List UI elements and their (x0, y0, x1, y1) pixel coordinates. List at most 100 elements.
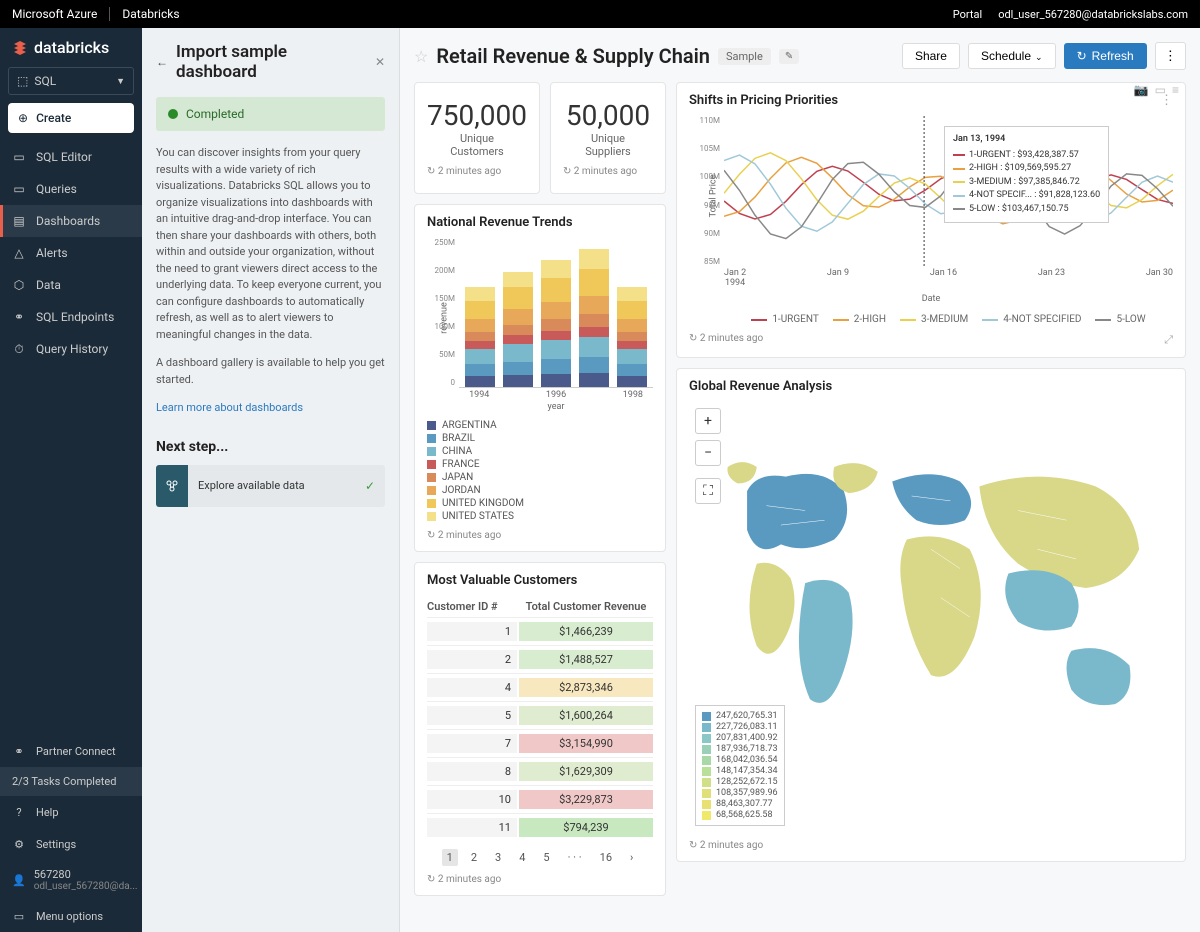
nav-icon: ▭ (12, 150, 26, 164)
back-icon[interactable]: ← (156, 55, 168, 69)
legend-item[interactable]: ARGENTINA (427, 420, 653, 431)
legend-item[interactable]: 2-HIGH (833, 314, 886, 325)
legend-item[interactable]: JAPAN (427, 472, 653, 483)
user-icon: 👤 (12, 874, 26, 887)
user-block[interactable]: 👤567280odl_user_567280@da... (0, 860, 142, 900)
column-header[interactable]: Customer ID # (427, 600, 519, 613)
chevron-down-icon: ▼ (116, 76, 125, 87)
panel-description: You can discover insights from your quer… (156, 145, 385, 343)
fullscreen-button[interactable]: ⛶ (695, 478, 721, 504)
learn-more-link[interactable]: Learn more about dashboards (156, 400, 385, 417)
expand-icon[interactable]: ⤢ (1164, 333, 1173, 347)
edit-icon[interactable]: ✎ (779, 49, 799, 64)
zoom-in-button[interactable]: + (695, 408, 721, 434)
nav-dashboards[interactable]: ▤Dashboards (0, 205, 142, 237)
legend-item[interactable]: JORDAN (427, 485, 653, 496)
schedule-button[interactable]: Schedule⌄ (968, 43, 1056, 69)
table-row[interactable]: 8$1,629,309 (427, 757, 653, 785)
nav-data[interactable]: ⬡Data (0, 269, 142, 301)
partner-icon: ⚭ (12, 744, 26, 758)
page-link[interactable]: 3 (490, 849, 506, 866)
databricks-label: Databricks (122, 7, 179, 21)
nav-queries[interactable]: ▭Queries (0, 173, 142, 205)
legend-item[interactable]: BRAZIL (427, 433, 653, 444)
completed-badge: Completed (156, 97, 385, 131)
plus-icon: ⊕ (18, 111, 28, 125)
workspace-select[interactable]: ⬚ SQL ▼ (8, 67, 134, 95)
stat-suppliers: 50,000 Unique Suppliers 2 minutes ago (550, 82, 666, 194)
logo[interactable]: databricks (0, 28, 142, 67)
portal-link[interactable]: Portal (953, 8, 982, 21)
nav-icon: ▤ (12, 214, 26, 228)
chart-tooltip: Jan 13, 1994 1-URGENT : $93,428,387.572-… (944, 126, 1109, 223)
nav-icon: ⬡ (12, 278, 26, 292)
legend-item[interactable]: 5-LOW (1095, 314, 1145, 325)
import-panel: ← Import sample dashboard ✕ Completed Yo… (142, 28, 400, 932)
nav-query-history[interactable]: ⏱Query History (0, 333, 142, 365)
refresh-button[interactable]: ↻Refresh (1064, 43, 1147, 69)
nav-icon: △ (12, 246, 26, 260)
table-row[interactable]: 11$794,239 (427, 813, 653, 841)
map-legend: 247,620,765.31227,726,083.11207,831,400.… (695, 705, 785, 826)
legend-item[interactable]: 4-NOT SPECIFIED (982, 314, 1081, 325)
legend-item[interactable]: 3-MEDIUM (900, 314, 968, 325)
partner-connect[interactable]: ⚭Partner Connect (0, 735, 142, 767)
timestamp: 2 minutes ago (563, 166, 653, 177)
table-row[interactable]: 7$3,154,990 (427, 729, 653, 757)
menu-options[interactable]: ▭Menu options (0, 900, 142, 932)
nav-sql-editor[interactable]: ▭SQL Editor (0, 141, 142, 173)
world-map[interactable]: + − ⛶ (689, 402, 1173, 832)
table-row[interactable]: 5$1,600,264 (427, 701, 653, 729)
azure-label: Microsoft Azure (12, 7, 110, 21)
create-button[interactable]: ⊕ Create (8, 103, 134, 133)
next-page[interactable]: › (625, 849, 638, 866)
table-row[interactable]: 1$1,466,239 (427, 617, 653, 645)
sample-tag: Sample (718, 48, 771, 65)
chart-settings-icon[interactable]: ▭ (1155, 83, 1166, 97)
star-icon[interactable]: ☆ (414, 47, 428, 66)
page-link[interactable]: 2 (466, 849, 482, 866)
chevron-down-icon: ⌄ (1035, 52, 1043, 62)
timestamp: 2 minutes ago (427, 530, 653, 541)
tasks-completed[interactable]: 2/3 Tasks Completed (0, 767, 142, 796)
table-row[interactable]: 2$1,488,527 (427, 645, 653, 673)
pricing-line-chart[interactable]: Total Price 110M105M100M95M90M85M Jan 13… (724, 116, 1173, 266)
help-link[interactable]: ?Help (0, 796, 142, 828)
user-email[interactable]: odl_user_567280@databrickslabs.com (998, 8, 1188, 21)
page-link[interactable]: 5 (538, 849, 554, 866)
nav-alerts[interactable]: △Alerts (0, 237, 142, 269)
global-revenue-card: Global Revenue Analysis + − ⛶ (676, 368, 1186, 862)
national-revenue-chart[interactable]: revenue 250M200M150M100M50M0 (459, 238, 653, 388)
legend-item[interactable]: 1-URGENT (751, 314, 818, 325)
legend-item[interactable]: UNITED KINGDOM (427, 498, 653, 509)
nav-sql-endpoints[interactable]: ⚭SQL Endpoints (0, 301, 142, 333)
share-button[interactable]: Share (902, 43, 960, 69)
page-link[interactable]: 4 (514, 849, 530, 866)
zoom-out-button[interactable]: − (695, 440, 721, 466)
chart-menu-icon[interactable]: ≡ (1172, 83, 1179, 97)
pager[interactable]: 12345 · · · 16 › (427, 849, 653, 866)
timestamp: 2 minutes ago⤢ (689, 333, 1173, 344)
sidebar: databricks ⬚ SQL ▼ ⊕ Create ▭SQL Editor▭… (0, 28, 142, 932)
settings-link[interactable]: ⚙Settings (0, 828, 142, 860)
more-button[interactable]: ⋮ (1155, 42, 1186, 70)
table-row[interactable]: 10$3,229,873 (427, 785, 653, 813)
explore-data-button[interactable]: Explore available data ✓ (156, 465, 385, 507)
page-link[interactable]: 16 (595, 849, 617, 866)
legend-item[interactable]: CHINA (427, 446, 653, 457)
timestamp: 2 minutes ago (689, 840, 1173, 851)
page-link[interactable]: 1 (442, 849, 458, 866)
legend-item[interactable]: UNITED STATES (427, 511, 653, 522)
timestamp: 2 minutes ago (427, 166, 527, 177)
table-row[interactable]: 4$2,873,346 (427, 673, 653, 701)
gear-icon: ⚙ (12, 837, 26, 851)
page-link[interactable]: · · · (563, 849, 587, 866)
explore-icon (156, 465, 188, 507)
legend-item[interactable]: FRANCE (427, 459, 653, 470)
national-revenue-card: National Revenue Trends revenue 250M200M… (414, 204, 666, 552)
top-bar: Microsoft Azure Databricks Portal odl_us… (0, 0, 1200, 28)
close-icon[interactable]: ✕ (375, 55, 385, 69)
nav-icon: ▭ (12, 182, 26, 196)
column-header[interactable]: Total Customer Revenue (519, 600, 653, 613)
camera-icon[interactable]: 📷 (1134, 83, 1149, 97)
